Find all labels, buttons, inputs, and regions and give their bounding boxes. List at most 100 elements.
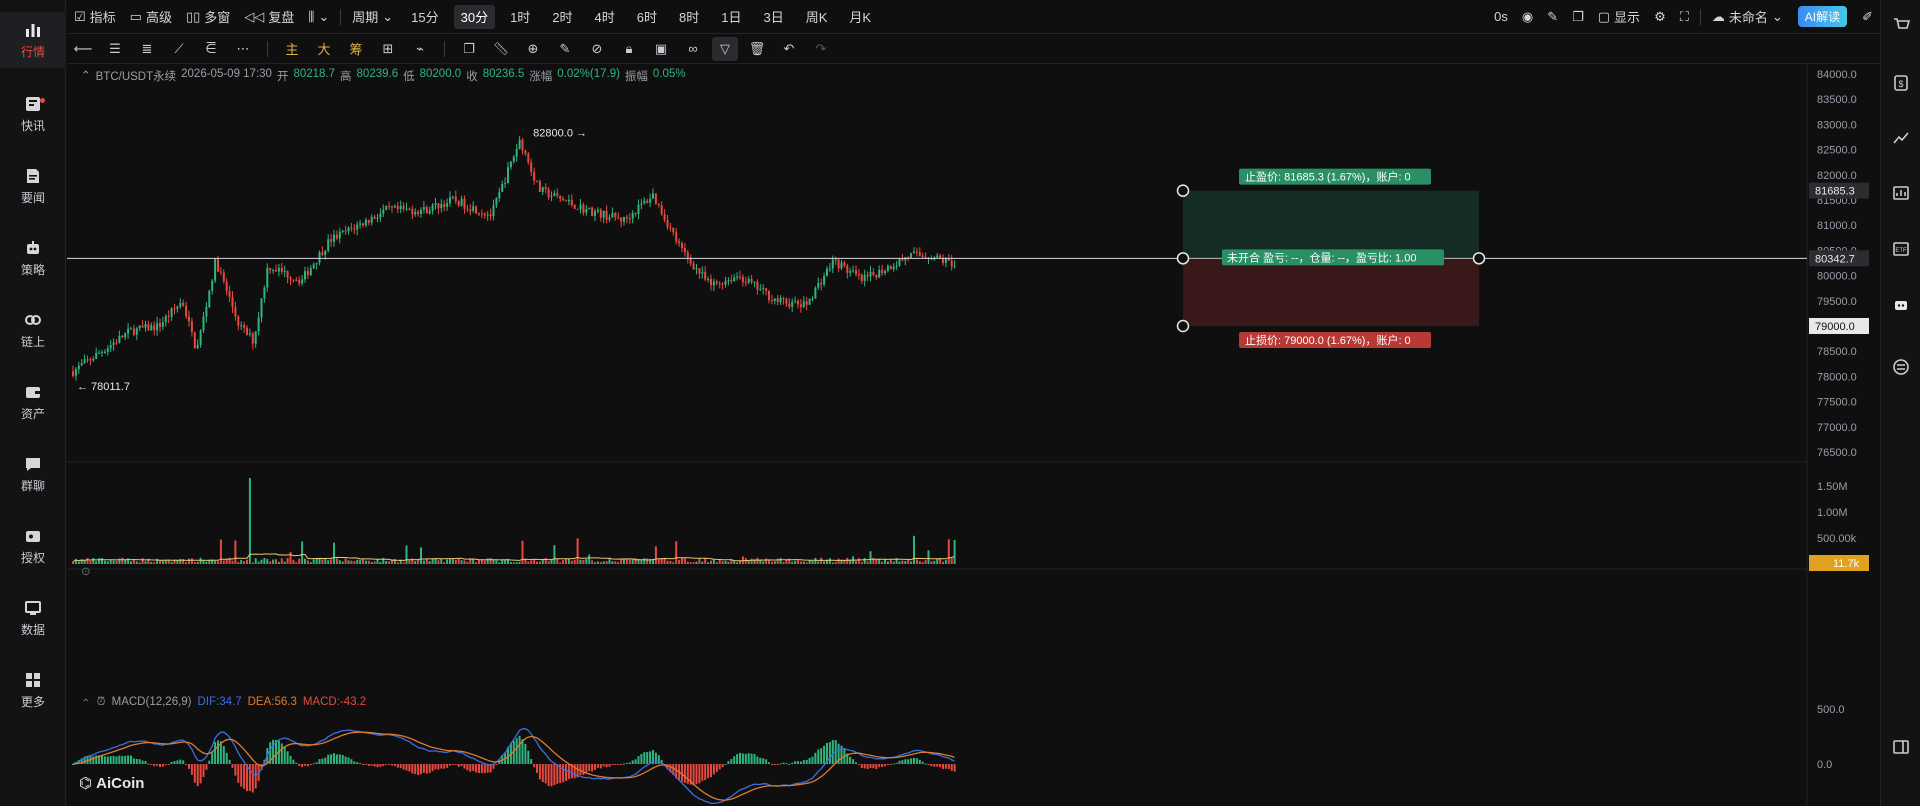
timeframe-tab[interactable]: 3日: [756, 5, 790, 29]
nav-item-assets[interactable]: 资产: [0, 374, 66, 430]
nav-item-news[interactable]: 要闻: [0, 158, 66, 214]
collapse-icon[interactable]: ⌃: [81, 696, 91, 710]
candle-body: [785, 298, 788, 304]
replay-button[interactable]: ◁◁ 复盘: [237, 5, 301, 29]
link-tool[interactable]: ∞: [680, 37, 706, 61]
display-button[interactable]: ▢ 显示: [1591, 5, 1647, 29]
advanced-button[interactable]: ▭ 高级: [123, 5, 179, 29]
panel-icon[interactable]: [1892, 738, 1910, 756]
countdown-button[interactable]: 0s: [1487, 5, 1515, 29]
highlighter-tool[interactable]: ✎: [552, 37, 578, 61]
multi-window-button[interactable]: ▯▯ 多窗: [179, 5, 237, 29]
parallel-line-tool[interactable]: ☰: [102, 37, 128, 61]
candle-body: [872, 271, 875, 275]
timeframe-tab[interactable]: 月K: [842, 5, 878, 29]
candlestick-chart[interactable]: 84000.083500.083000.082500.082000.081500…: [67, 64, 1880, 806]
filter-tool[interactable]: ▽: [712, 36, 738, 61]
macd-histogram-bar: [350, 759, 353, 764]
timeframe-tab[interactable]: 1时: [503, 5, 537, 29]
timeframe-tab[interactable]: 15分: [404, 5, 445, 29]
zoom-tool[interactable]: ⊕: [520, 37, 546, 61]
volume-bar: [388, 561, 391, 564]
indicators-button[interactable]: ☑ 指标: [67, 5, 123, 29]
swap-icon[interactable]: [1892, 358, 1910, 376]
timeframe-tab[interactable]: 周K: [799, 5, 835, 29]
lock-tool[interactable]: 🔒︎: [616, 37, 642, 61]
timeframe-tab[interactable]: 4时: [588, 5, 622, 29]
bar-chart-icon: [26, 23, 40, 37]
redo-tool[interactable]: ↷: [808, 37, 834, 61]
timeframe-tab[interactable]: 1日: [714, 5, 748, 29]
alarm-icon[interactable]: ⏰︎: [97, 696, 106, 710]
timeframe-tab[interactable]: 6时: [630, 5, 664, 29]
macd-histogram-bar: [420, 764, 422, 775]
candle-body: [402, 205, 405, 209]
nav-item-strategy[interactable]: 策略: [0, 230, 66, 286]
timeframe-tab[interactable]: 2时: [545, 5, 579, 29]
nav-item-onchain[interactable]: 链上: [0, 302, 66, 358]
bot-icon[interactable]: [1892, 296, 1910, 314]
candle-body: [101, 352, 103, 354]
candle-body: [460, 198, 463, 206]
nav-item-more[interactable]: 更多: [0, 662, 66, 718]
note-button[interactable]: ❐: [1565, 5, 1591, 29]
collapse-icon[interactable]: ⌃: [81, 68, 91, 84]
snapshot-tool[interactable]: ▣: [648, 37, 674, 61]
chart-type-button[interactable]: ⫼ ⌄: [301, 5, 336, 29]
nav-item-newsflash[interactable]: 快讯: [0, 86, 66, 142]
nav-item-data[interactable]: 数据: [0, 590, 66, 646]
volume-bar: [272, 559, 275, 564]
toolbar-right: 0s ◉ ✎ ❐ ▢ 显示 ⚙ ⛶ ☁ 未命名 ⌄ AI解读 ✐: [1487, 5, 1880, 29]
main-indicator-tool[interactable]: 主: [279, 37, 305, 61]
volume-bar: [454, 559, 457, 564]
fullscreen-button[interactable]: ⛶: [1673, 5, 1696, 29]
ai-button[interactable]: AI解读: [1797, 6, 1848, 27]
camera-button[interactable]: ◉: [1515, 5, 1540, 29]
channel-tool[interactable]: ⋶: [198, 37, 224, 61]
ruler-tool[interactable]: 📏︎: [488, 37, 514, 61]
copy-tool[interactable]: ❐: [456, 37, 482, 61]
compare-tool[interactable]: ⊞: [375, 37, 401, 61]
chart-area[interactable]: 84000.0 83500.0 83000.0 82500.0 82000.0 81500…: [67, 64, 1880, 806]
trend-icon[interactable]: [1892, 128, 1910, 146]
undo-tool[interactable]: ↶: [776, 37, 802, 61]
volume-bar: [135, 561, 138, 564]
expand-icon[interactable]: ⊙: [81, 564, 91, 578]
period-button[interactable]: 周期 ⌄: [345, 5, 400, 29]
macd-histogram-bar: [280, 743, 283, 764]
nav-item-market[interactable]: 行情: [0, 12, 66, 68]
timeframe-tab[interactable]: 8时: [672, 5, 706, 29]
big-order-tool[interactable]: 大: [311, 37, 337, 61]
magnet-tool[interactable]: ⌁: [407, 37, 433, 61]
candle-body: [840, 262, 843, 269]
edit-button[interactable]: ✎: [1540, 5, 1565, 29]
nav-item-auth[interactable]: 授权: [0, 518, 66, 574]
settings-button[interactable]: ⚙: [1647, 5, 1673, 29]
dollar-doc-icon[interactable]: $: [1892, 74, 1910, 92]
draw-button[interactable]: ✐: [1855, 5, 1880, 29]
volume-bar: [579, 559, 582, 564]
candle-body: [399, 205, 402, 210]
volume-bar: [907, 559, 910, 564]
hide-tool[interactable]: ⊘: [584, 37, 610, 61]
etf-icon[interactable]: ETF: [1892, 240, 1910, 258]
fib-tool[interactable]: ≣: [134, 37, 160, 61]
nav-item-chat[interactable]: 群聊: [0, 446, 66, 502]
macd-histogram-bar: [327, 754, 330, 764]
price-axis-label: 83500.0: [1817, 94, 1857, 106]
macd-histogram-bar: [408, 764, 411, 772]
trend-line-tool[interactable]: ⟋: [166, 37, 192, 61]
volume-bar: [214, 560, 217, 564]
layout-select[interactable]: ☁ 未命名 ⌄: [1705, 5, 1790, 29]
delete-tool[interactable]: 🗑︎: [744, 37, 770, 61]
chip-tool[interactable]: 筹: [343, 37, 369, 61]
candle-body: [260, 298, 263, 318]
macd-histogram-bar: [338, 754, 341, 764]
horizontal-line-tool[interactable]: ⟵: [70, 37, 96, 61]
cart-icon[interactable]: [1892, 16, 1910, 34]
timeframe-tab[interactable]: 30分: [453, 4, 496, 29]
candle-body: [417, 211, 420, 214]
more-tools[interactable]: ⋯: [230, 37, 256, 61]
candle-body: [257, 317, 260, 332]
chart-window-icon[interactable]: [1892, 184, 1910, 202]
